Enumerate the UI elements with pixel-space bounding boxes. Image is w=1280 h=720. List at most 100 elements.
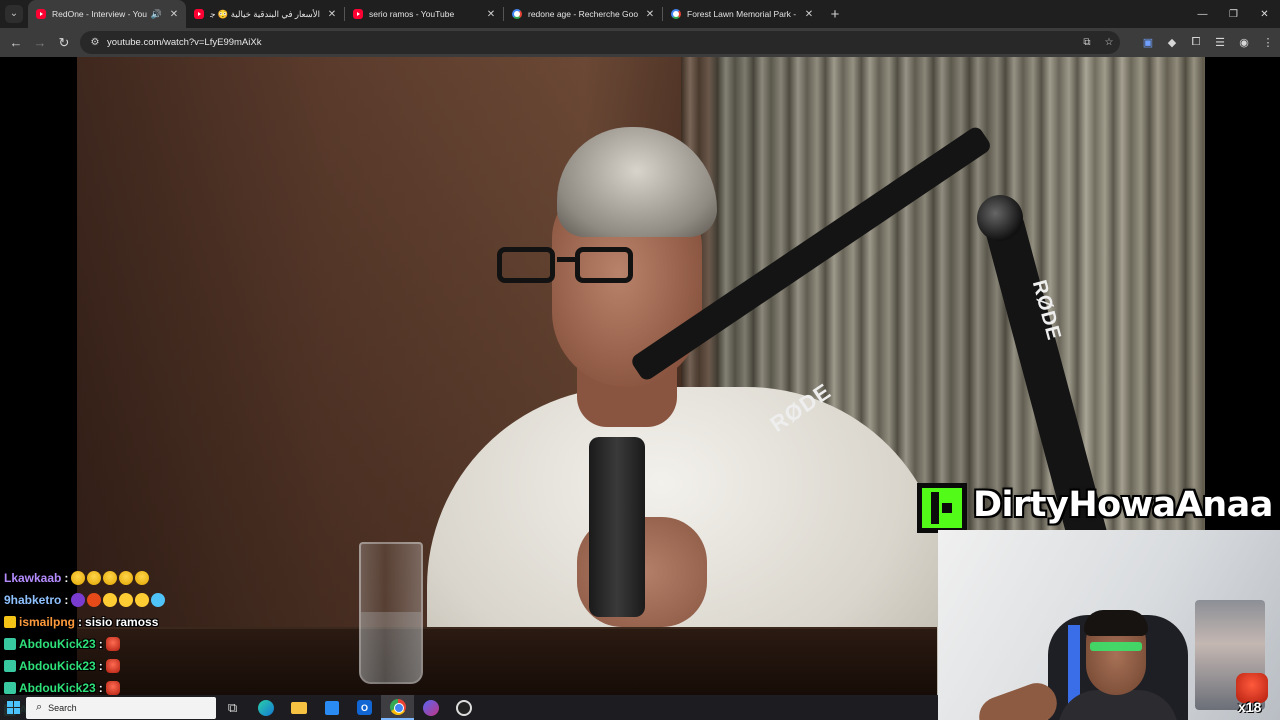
youtube-icon (353, 9, 363, 19)
file-explorer-icon[interactable] (282, 695, 315, 720)
chat-text: sisio ramoss (85, 615, 159, 629)
more-menu-icon[interactable]: ⋮ (1256, 31, 1280, 55)
close-tab-icon[interactable]: ✕ (803, 9, 815, 20)
speaker-icon[interactable]: 🔊 (151, 9, 162, 20)
close-tab-icon[interactable]: ✕ (326, 9, 338, 20)
reload-icon: ↻ (58, 34, 70, 50)
emote-icon (103, 571, 118, 585)
media-controls-icon[interactable]: ☰ (1208, 31, 1232, 55)
chat-username: Lkawkaab (4, 571, 62, 585)
tab-title: RedOne - Interview - YouTu (52, 9, 147, 19)
tab-search-button[interactable]: ⌄ (0, 0, 28, 28)
chevron-down-icon: ⌄ (5, 5, 23, 23)
extension-diamond-icon[interactable]: ◆ (1160, 31, 1184, 55)
close-window-button[interactable]: ✕ (1249, 0, 1280, 28)
chat-username: AbdouKick23 (19, 681, 96, 695)
translate-extension-icon[interactable]: ▣ (1136, 31, 1160, 55)
arrow-left-icon: ← (9, 35, 23, 50)
tab-title: redone age - Recherche Google (528, 9, 638, 19)
toolbar-extensions: ▣ ◆ ⧠ ☰ ◉ ⋮ (1136, 28, 1280, 57)
tab-serio-ramos[interactable]: serio ramos - YouTube ✕ (345, 0, 503, 28)
water (361, 612, 421, 682)
address-bar[interactable]: ⚙ youtube.com/watch?v=LfyE99mAiXk ⧉ ☆ (80, 31, 1120, 54)
grey-hair (557, 127, 717, 237)
emote-icon (87, 571, 102, 585)
restore-button[interactable]: ❐ (1218, 0, 1249, 28)
emote-icon (119, 571, 134, 585)
tab-title: الأسعار في البندقية خيالية 😳 جـ (210, 8, 320, 19)
youtube-icon (36, 9, 46, 19)
tab-redone-interview[interactable]: RedOne - Interview - YouTu 🔊 ✕ (28, 0, 186, 28)
close-tab-icon[interactable]: ✕ (168, 9, 180, 20)
chat-username: ismailpng (19, 615, 76, 629)
streamer-hair (1084, 610, 1148, 636)
outlook-icon[interactable]: O (348, 695, 381, 720)
chat-badge-icon (4, 616, 16, 628)
windows-logo-icon (6, 701, 20, 714)
eyeglasses (497, 247, 677, 287)
chat-separator: : (64, 571, 69, 585)
emote-icon (105, 637, 120, 651)
interviewee (367, 127, 947, 697)
obs-icon[interactable] (447, 695, 480, 720)
emote-icon (135, 593, 150, 607)
chat-separator: : (78, 615, 83, 629)
lens-left (497, 247, 555, 283)
sub-multiplier: x18 (1238, 699, 1262, 715)
plus-icon: + (830, 5, 840, 23)
address-url[interactable]: youtube.com/watch?v=LfyE99mAiXk (107, 37, 1076, 48)
discord-icon[interactable] (414, 695, 447, 720)
profile-avatar-icon[interactable]: ◉ (1232, 31, 1256, 55)
sub-gift-badge: x18 (1234, 673, 1270, 717)
emote-icon (103, 593, 118, 607)
search-icon: ⌕ (36, 701, 43, 713)
chrome-icon[interactable] (381, 695, 414, 720)
chat-username: AbdouKick23 (19, 659, 96, 673)
chat-message: AbdouKick23: (4, 633, 304, 655)
emote-icon (135, 571, 150, 585)
chat-badge-icon (4, 682, 16, 694)
close-tab-icon[interactable]: ✕ (485, 9, 497, 20)
chat-separator: : (98, 659, 103, 673)
tab-title: serio ramos - YouTube (369, 9, 455, 19)
task-view-icon[interactable]: ⧉ (216, 695, 249, 720)
microphone (589, 437, 645, 617)
emote-icon (105, 681, 120, 695)
google-icon (512, 9, 522, 19)
chat-badge-icon (4, 660, 16, 672)
edge-icon[interactable] (249, 695, 282, 720)
store-icon[interactable] (315, 695, 348, 720)
browser-tab-strip: ⌄ RedOne - Interview - YouTu 🔊 ✕ الأسعار… (0, 0, 1280, 28)
emote-icon (119, 593, 134, 607)
chat-message: Lkawkaab: (4, 567, 304, 589)
search-placeholder: Search (48, 702, 77, 713)
lens-right (575, 247, 633, 283)
close-tab-icon[interactable]: ✕ (644, 9, 656, 20)
tab-forest-lawn[interactable]: Forest Lawn Memorial Park - Go ✕ (663, 0, 821, 28)
site-info-icon[interactable]: ⚙ (85, 37, 105, 48)
reload-button[interactable]: ↻ (52, 31, 76, 55)
emote-icon (71, 571, 86, 585)
tab-redone-age[interactable]: redone age - Recherche Google ✕ (504, 0, 662, 28)
new-tab-button[interactable]: + (821, 0, 849, 28)
glasses-bridge (557, 257, 575, 262)
chat-username: AbdouKick23 (19, 637, 96, 651)
taskbar-search[interactable]: ⌕ Search (26, 696, 216, 719)
extensions-puzzle-icon[interactable]: ⧠ (1184, 31, 1208, 55)
chat-badge-icon (4, 638, 16, 650)
forward-button[interactable]: → (28, 31, 52, 55)
minimize-button[interactable]: — (1187, 0, 1218, 28)
install-app-icon[interactable]: ⧉ (1076, 37, 1098, 48)
back-button[interactable]: ← (4, 31, 28, 55)
streamer-webcam (938, 530, 1280, 720)
start-button[interactable] (0, 695, 26, 720)
tab-title: Forest Lawn Memorial Park - Go (687, 9, 797, 19)
youtube-icon (194, 9, 204, 19)
bookmark-star-icon[interactable]: ☆ (1098, 37, 1120, 48)
tab-venice-prices[interactable]: الأسعار في البندقية خيالية 😳 جـ ✕ (186, 0, 344, 28)
browser-toolbar: ← → ↻ ⚙ youtube.com/watch?v=LfyE99mAiXk … (0, 28, 1280, 57)
chat-separator: : (98, 681, 103, 695)
google-icon (671, 9, 681, 19)
boom-arm-joint (977, 195, 1023, 241)
emote-icon (87, 593, 102, 607)
